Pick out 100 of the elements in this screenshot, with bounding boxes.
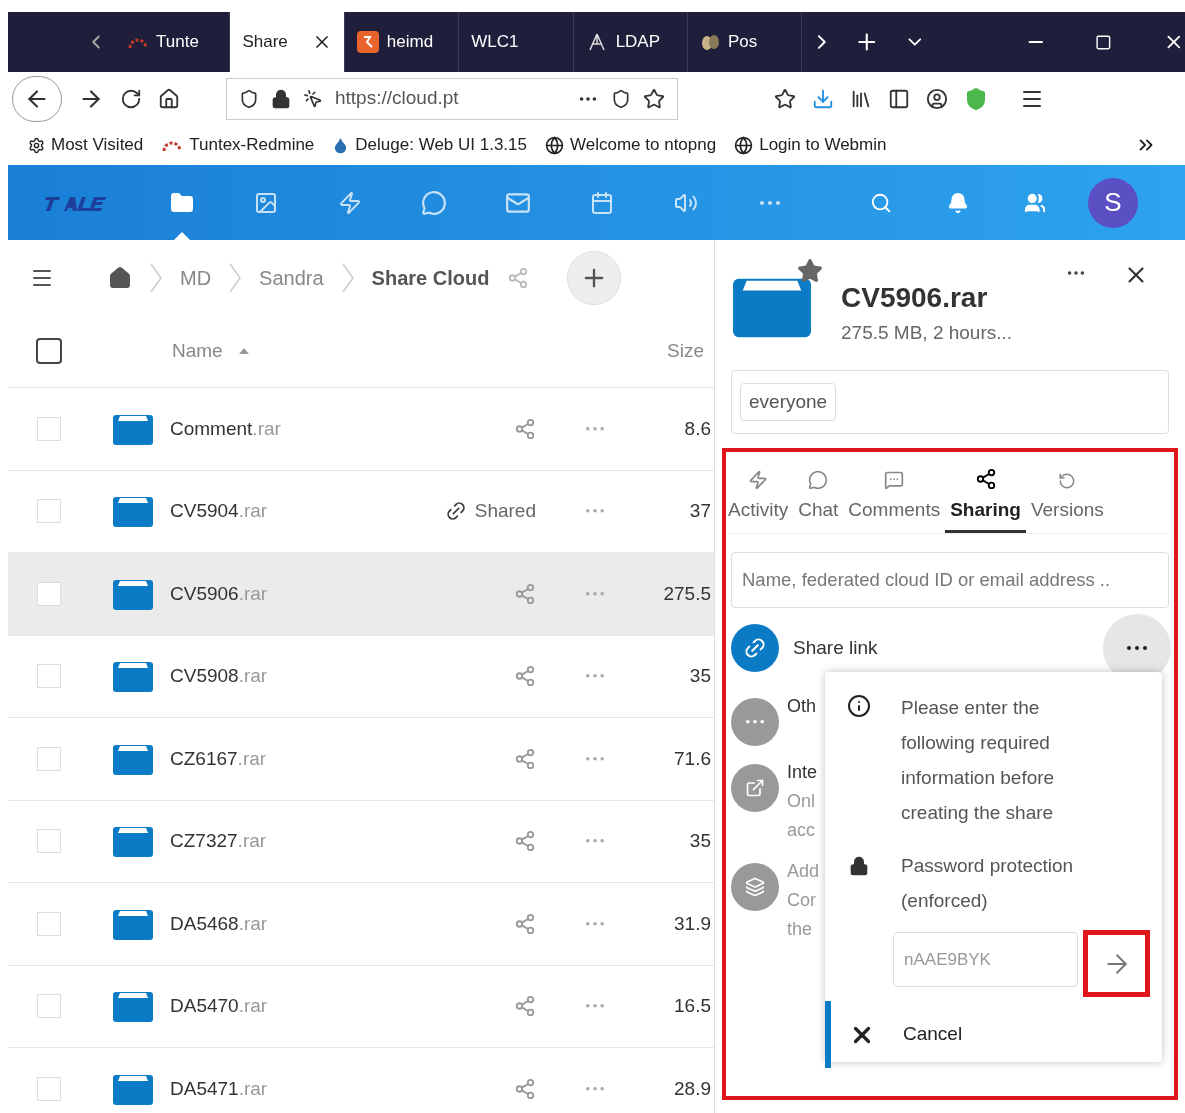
folder-icon [170,190,194,215]
row-checkbox[interactable] [37,994,61,1019]
row-checkbox[interactable] [37,499,61,524]
file-name[interactable]: CV5904.rar [170,497,268,526]
sidebar-icon[interactable] [888,87,910,110]
file-title: CV5906.rar [841,281,989,315]
tags-field[interactable]: everyone [731,370,1169,434]
bookmark-link[interactable]: Most Visited [28,132,144,158]
file-name[interactable]: CZ6167.rar [170,744,267,773]
share-option-text: Cor [787,889,817,912]
row-checkbox[interactable] [37,664,61,689]
browser-tab[interactable]: Pos [688,12,803,72]
detail-tab[interactable]: Versions [1025,471,1109,533]
chevron-icon [341,262,354,293]
select-all-checkbox[interactable] [36,338,62,364]
bookmark-link[interactable]: Deluge: Web UI 1.3.15 [332,132,527,158]
browser-tab[interactable]: Share [230,12,345,72]
breadcrumb-link[interactable]: MD [180,262,212,293]
browser-tab[interactable]: WLC1 [459,12,574,72]
share-icon[interactable] [514,1077,536,1100]
maximize-icon[interactable] [1094,33,1112,51]
share-option-text: Oth [787,695,816,718]
row-checkbox[interactable] [37,746,61,771]
shared-label[interactable]: Shared [474,497,536,526]
row-checkbox[interactable] [37,416,61,441]
detail-tab[interactable]: Chat [793,469,844,533]
file-row[interactable]: CV5906.rar 275.5 [8,553,714,636]
breadcrumb-link[interactable]: Share Cloud [371,262,490,293]
breadcrumb-link[interactable]: Sandra [259,262,324,293]
file-name[interactable]: Comment.rar [170,414,281,443]
favorite-star-icon[interactable] [797,258,823,284]
folder-icon [113,660,153,693]
share-icon[interactable] [514,665,536,688]
bookmark-link[interactable]: Welcome to ntopng [545,132,717,158]
file-name[interactable]: CV5906.rar [170,579,268,608]
row-checkbox[interactable] [37,911,61,936]
share-icon[interactable] [514,830,536,853]
tab-title: Share [242,31,288,54]
file-name[interactable]: DA5468.rar [170,909,268,938]
folder-icon [113,1072,153,1105]
home-icon[interactable] [108,265,132,290]
file-name[interactable]: CV5908.rar [170,662,268,691]
password-note: (enforced) [901,889,989,913]
account-icon[interactable] [926,87,948,110]
user-avatar[interactable]: S [1088,177,1138,228]
bookmarks-icon[interactable] [774,87,796,110]
row-checkbox[interactable] [37,581,61,606]
detail-tab[interactable]: Comments [843,469,946,533]
shield-icon[interactable] [964,86,988,111]
folder-icon [113,907,153,940]
bookmark-link[interactable]: Login to Webmin [734,132,887,158]
external-link-icon [745,778,765,798]
share-icon[interactable] [514,912,536,935]
detail-tab[interactable]: Sharing [945,467,1026,533]
star-icon[interactable] [643,87,665,110]
file-name[interactable]: CZ7327.rar [170,827,267,856]
submit-arrow-button[interactable] [1083,930,1150,997]
tab-title: Tunte [156,31,199,54]
download-icon[interactable] [812,87,834,110]
comment-icon [884,469,905,490]
calendar-icon [590,190,614,215]
reload-icon[interactable] [120,87,142,110]
chat-icon [421,189,447,216]
row-checkbox[interactable] [37,829,61,854]
file-size: 8.6 [683,416,712,441]
share-option-text: Inte [787,761,818,784]
share-option-text: Add [787,860,820,883]
share-icon[interactable] [514,995,536,1018]
search-icon[interactable] [870,191,892,214]
file-size: 16.5 [673,994,712,1018]
password-label: Password protection [901,854,1074,878]
notifications-icon[interactable] [947,191,969,214]
share-option-text: the [787,918,814,941]
contacts-icon[interactable] [1024,191,1046,214]
chevron-icon [229,262,242,293]
file-size: 35 [688,664,712,688]
settings-icon [28,136,45,154]
lock-icon [849,856,869,876]
share-icon[interactable] [514,582,536,605]
name-column-header[interactable]: Name [172,336,223,366]
share-icon[interactable] [514,747,536,770]
arch-icon [128,36,149,48]
file-size: 35 [688,829,712,853]
home-icon[interactable] [158,87,180,110]
tag-chip[interactable]: everyone [740,382,837,422]
file-name[interactable]: DA5471.rar [170,1074,268,1103]
size-column-header[interactable]: Size [667,336,704,366]
share-search-field[interactable]: Name, federated cloud ID or email address .. [731,552,1169,608]
row-checkbox[interactable] [37,1076,61,1101]
more-icon[interactable] [1127,646,1147,650]
browser-tab[interactable]: LDAP [573,12,688,72]
bookmark-link[interactable]: Tuntex-Redmine [161,132,315,158]
detail-tab[interactable]: Activity [723,469,794,533]
layers-icon [745,877,765,897]
address-bar[interactable]: https://cloud.pt [226,77,678,120]
share-icon[interactable] [514,417,536,440]
folder-icon [113,412,153,445]
file-name[interactable]: DA5470.rar [170,992,268,1021]
browser-tab[interactable]: heimd [344,12,460,72]
share-icon[interactable] [507,266,530,289]
